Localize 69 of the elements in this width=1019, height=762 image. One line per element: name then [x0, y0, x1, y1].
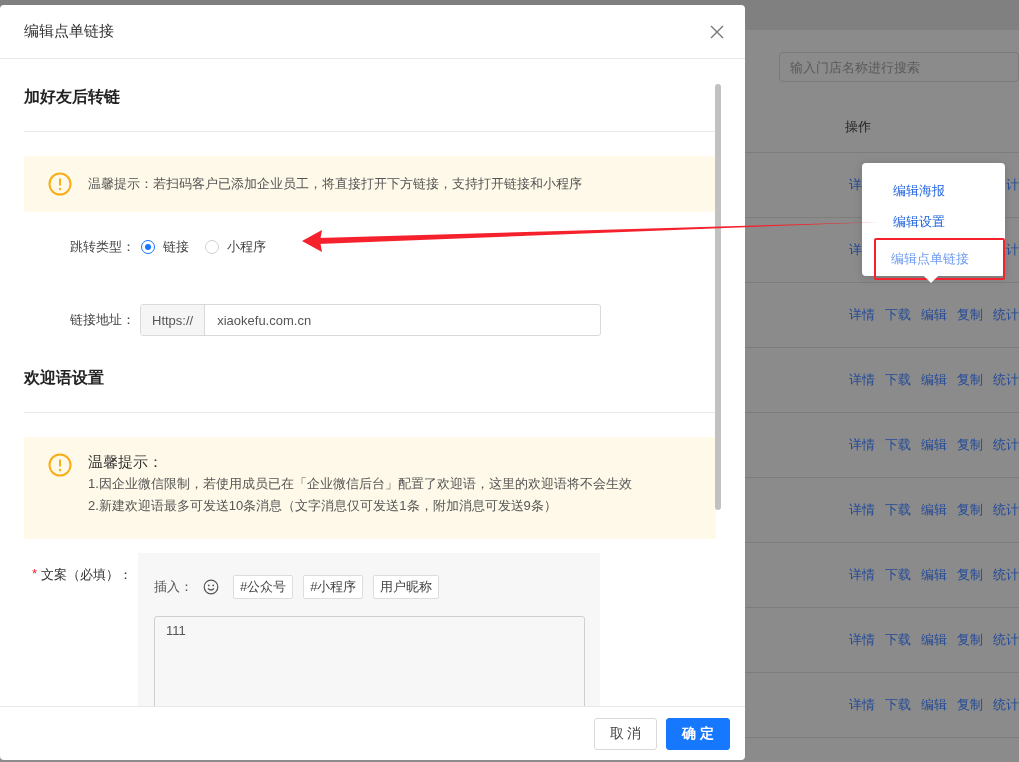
action-link[interactable]: 下载: [885, 631, 911, 649]
action-link[interactable]: 下载: [885, 306, 911, 324]
tip-text: 1.因企业微信限制，若使用成员已在「企业微信后台」配置了欢迎语，这里的欢迎语将不会生效: [88, 475, 632, 493]
action-link[interactable]: 下载: [885, 696, 911, 714]
insert-tag[interactable]: #公众号: [233, 575, 294, 599]
action-link[interactable]: 复制: [957, 501, 983, 519]
warning-icon: [48, 453, 72, 477]
action-link[interactable]: 编辑: [921, 696, 947, 714]
action-link[interactable]: 下载: [885, 566, 911, 584]
insert-tag[interactable]: 用户昵称: [373, 575, 440, 599]
close-icon[interactable]: [710, 24, 724, 39]
confirm-button[interactable]: 确 定: [666, 717, 730, 750]
tip-text: 2.新建欢迎语最多可发送10条消息（文字消息仅可发送1条，附加消息可发送9条）: [88, 497, 558, 515]
column-header: 操作: [845, 118, 871, 136]
tip-text: 温馨提示：若扫码客户已添加企业员工，将直接打开下方链接，支持打开链接和小程序: [88, 175, 582, 193]
action-link[interactable]: 详情: [849, 501, 875, 519]
warning-icon: [48, 172, 72, 196]
menu-item[interactable]: 编辑海报: [876, 176, 945, 207]
action-link[interactable]: 详情: [849, 566, 875, 584]
required-mark: *: [31, 566, 37, 583]
action-link[interactable]: 统计: [993, 306, 1019, 324]
emoji-icon[interactable]: [203, 579, 219, 595]
url-input[interactable]: xiaokefu.com.cn: [205, 305, 600, 335]
action-link[interactable]: 编辑: [921, 566, 947, 584]
scrollbar-thumb[interactable]: [715, 84, 721, 510]
action-link[interactable]: 复制: [957, 436, 983, 454]
radio-option[interactable]: 小程序: [205, 238, 266, 256]
section-title: 欢迎语设置: [24, 368, 105, 384]
tip-title: 温馨提示：: [88, 452, 164, 472]
action-link[interactable]: 复制: [957, 371, 983, 389]
action-link[interactable]: 复制: [957, 696, 983, 714]
action-link[interactable]: 详情: [849, 631, 875, 649]
action-link[interactable]: 编辑: [921, 306, 947, 324]
action-link[interactable]: 复制: [957, 306, 983, 324]
action-link[interactable]: 统计: [993, 371, 1019, 389]
url-field[interactable]: Https:// xiaokefu.com.cn: [140, 304, 601, 336]
insert-tag[interactable]: #小程序: [303, 575, 364, 599]
action-link[interactable]: 详情: [849, 436, 875, 454]
action-link[interactable]: 下载: [885, 371, 911, 389]
field-label: 跳转类型：: [69, 238, 135, 256]
action-link[interactable]: 计: [1006, 176, 1019, 194]
action-link[interactable]: 下载: [885, 501, 911, 519]
text-area[interactable]: 111: [154, 616, 585, 706]
action-link[interactable]: 编辑: [921, 631, 947, 649]
action-link[interactable]: 统计: [993, 501, 1019, 519]
action-link[interactable]: 统计: [993, 631, 1019, 649]
action-link[interactable]: 计: [1006, 241, 1019, 259]
action-link[interactable]: 统计: [993, 696, 1019, 714]
radio-option[interactable]: 链接: [141, 238, 189, 256]
menu-item[interactable]: 编辑点单链接: [874, 238, 1005, 280]
action-link[interactable]: 详情: [849, 371, 875, 389]
action-link[interactable]: 下载: [885, 436, 911, 454]
field-label: 链接地址：: [69, 311, 135, 329]
action-link[interactable]: 编辑: [921, 436, 947, 454]
cancel-button[interactable]: 取 消: [594, 717, 657, 750]
dialog-title: 编辑点单链接: [24, 22, 114, 41]
action-link[interactable]: 统计: [993, 566, 1019, 584]
action-link[interactable]: 详情: [849, 696, 875, 714]
action-link[interactable]: 复制: [957, 631, 983, 649]
field-label: 文案（必填）：: [41, 566, 132, 584]
menu-item[interactable]: 编辑设置: [876, 207, 945, 238]
action-link[interactable]: 复制: [957, 566, 983, 584]
action-link[interactable]: 详情: [849, 306, 875, 324]
url-prefix: Https://: [141, 305, 206, 335]
action-link[interactable]: 统计: [993, 436, 1019, 454]
section-title: 加好友后转链: [24, 87, 121, 103]
action-link[interactable]: 编辑: [921, 501, 947, 519]
insert-label: 插入：: [154, 578, 193, 596]
action-link[interactable]: 编辑: [921, 371, 947, 389]
